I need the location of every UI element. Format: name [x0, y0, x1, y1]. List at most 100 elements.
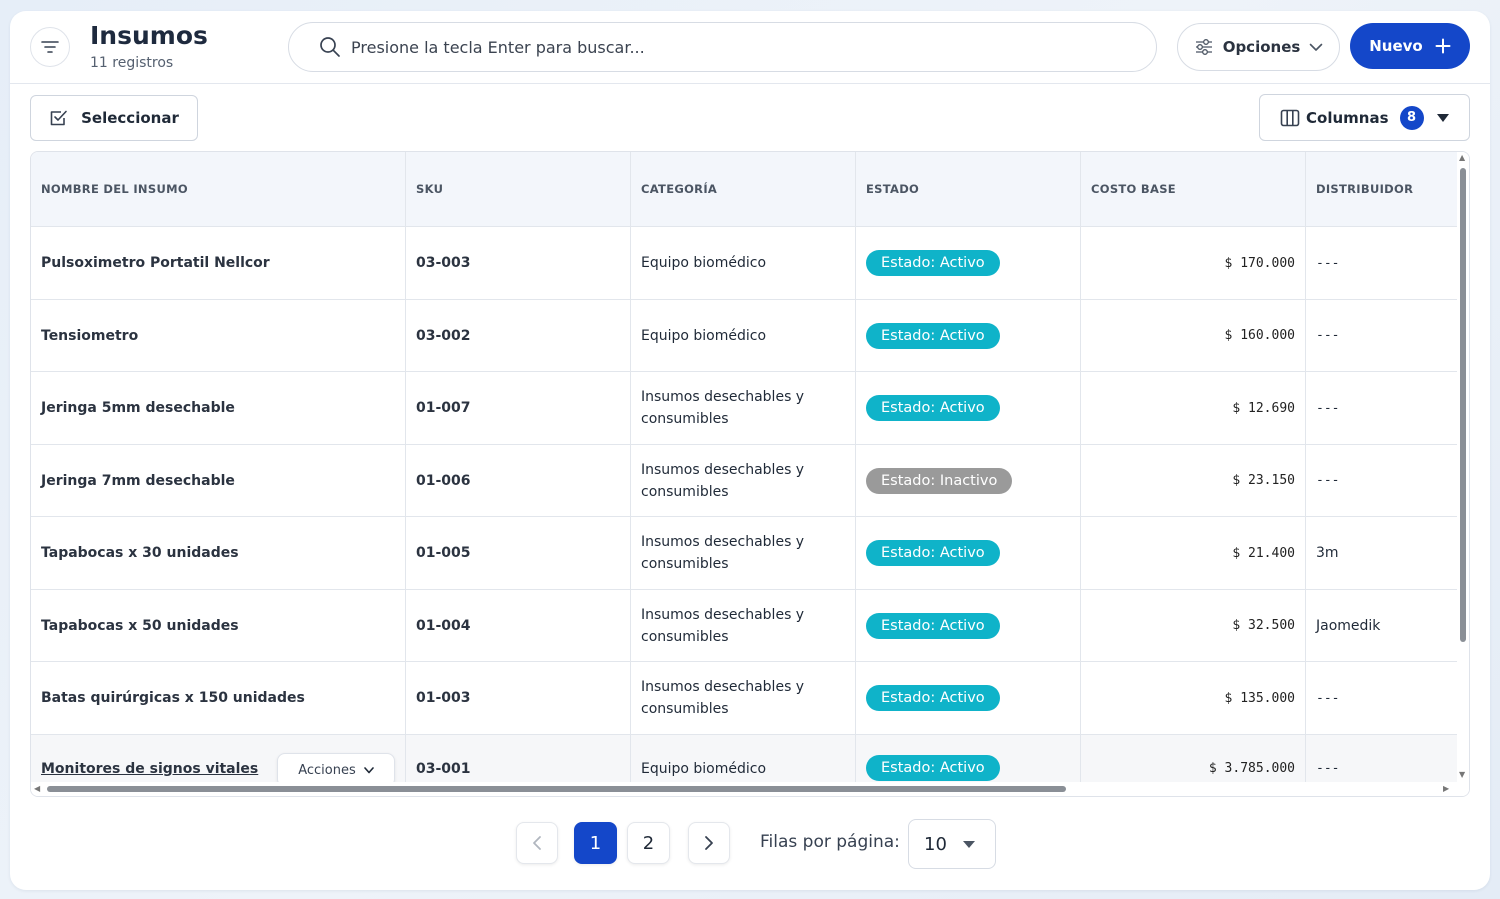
table-row[interactable]: Tapabocas x 50 unidades 01-004 Insumos d… — [31, 590, 1469, 662]
cell-sku: 01-006 — [406, 445, 631, 517]
cell-name: Jeringa 5mm desechable — [31, 372, 406, 445]
cell-status: Estado: Activo — [856, 227, 1081, 300]
status-badge: Estado: Activo — [866, 250, 1000, 276]
horizontal-scrollbar[interactable]: ◀ ▶ — [31, 782, 1469, 796]
cell-status: Estado: Activo — [856, 590, 1081, 662]
column-header-distributor[interactable]: DISTRIBUIDOR — [1306, 152, 1469, 227]
cell-cost: $ 135.000 — [1081, 662, 1306, 735]
cell-category: Insumos desechables y consumibles — [631, 662, 856, 735]
row-name-link[interactable]: Monitores de signos vitales — [41, 761, 258, 777]
cell-status: Estado: Activo — [856, 517, 1081, 590]
table-row[interactable]: Jeringa 7mm desechable 01-006 Insumos de… — [31, 445, 1469, 517]
table-row[interactable]: Pulsoximetro Portatil Nellcor 03-003 Equ… — [31, 227, 1469, 300]
chevron-down-icon — [363, 766, 374, 773]
options-button[interactable]: Opciones — [1177, 23, 1340, 71]
caret-down-icon — [1436, 113, 1449, 122]
columns-icon — [1280, 109, 1300, 126]
table-row[interactable]: Batas quirúrgicas x 150 unidades 01-003 … — [31, 662, 1469, 735]
cell-cost: $ 21.400 — [1081, 517, 1306, 590]
select-label: Seleccionar — [81, 109, 179, 127]
rows-per-page-value: 10 — [924, 833, 947, 855]
page-header: Insumos 11 registros Opciones — [10, 11, 1490, 84]
cell-name: Tapabocas x 30 unidades — [31, 517, 406, 590]
data-table: NOMBRE DEL INSUMO SKU CATEGORÍA ESTADO C… — [30, 151, 1470, 797]
rows-per-page-label: Filas por página: — [760, 832, 900, 852]
status-badge: Estado: Activo — [866, 540, 1000, 566]
cell-sku: 01-005 — [406, 517, 631, 590]
cell-cost: $ 23.150 — [1081, 445, 1306, 517]
filter-icon — [41, 41, 59, 53]
scroll-down-icon[interactable]: ▼ — [1459, 770, 1465, 779]
chevron-left-icon — [533, 836, 541, 850]
cell-sku: 03-003 — [406, 227, 631, 300]
columns-button[interactable]: Columnas 8 — [1259, 94, 1470, 141]
cell-category: Insumos desechables y consumibles — [631, 590, 856, 662]
search-icon — [320, 37, 340, 57]
rows-per-page-select[interactable]: 10 — [908, 819, 996, 869]
cell-sku: 01-004 — [406, 590, 631, 662]
cell-name: Tensiometro — [31, 300, 406, 372]
chevron-right-icon — [705, 836, 713, 850]
search-box[interactable] — [288, 22, 1157, 72]
cell-category: Insumos desechables y consumibles — [631, 445, 856, 517]
column-header-sku[interactable]: SKU — [406, 152, 631, 227]
scroll-left-icon[interactable]: ◀ — [34, 784, 40, 793]
cell-distributor: --- — [1306, 662, 1469, 735]
prev-page-button[interactable] — [516, 822, 558, 864]
column-header-name[interactable]: NOMBRE DEL INSUMO — [31, 152, 406, 227]
select-button[interactable]: Seleccionar — [30, 95, 198, 141]
filter-button[interactable] — [30, 27, 70, 67]
cell-status: Estado: Inactivo — [856, 445, 1081, 517]
cell-name: Tapabocas x 50 unidades — [31, 590, 406, 662]
cell-distributor: --- — [1306, 445, 1469, 517]
status-badge: Estado: Activo — [866, 322, 1000, 349]
cell-category: Equipo biomédico — [631, 300, 856, 372]
page-button-1[interactable]: 1 — [574, 822, 617, 864]
plus-icon — [1435, 38, 1451, 54]
cell-cost: $ 160.000 — [1081, 300, 1306, 372]
cell-distributor: --- — [1306, 372, 1469, 445]
next-page-button[interactable] — [688, 822, 730, 864]
new-label: Nuevo — [1369, 37, 1423, 55]
cell-cost: $ 170.000 — [1081, 227, 1306, 300]
scroll-up-icon[interactable]: ▲ — [1459, 153, 1465, 162]
new-button[interactable]: Nuevo — [1350, 23, 1470, 69]
table-row[interactable]: Tapabocas x 30 unidades 01-005 Insumos d… — [31, 517, 1469, 590]
options-label: Opciones — [1222, 38, 1301, 56]
horizontal-scroll-thumb[interactable] — [47, 786, 1066, 792]
main-card: Insumos 11 registros Opciones — [10, 11, 1490, 890]
cell-sku: 03-002 — [406, 300, 631, 372]
search-input[interactable] — [351, 37, 1131, 57]
table-row[interactable]: Tensiometro 03-002 Equipo biomédico Esta… — [31, 300, 1469, 372]
table-row[interactable]: Jeringa 5mm desechable 01-007 Insumos de… — [31, 372, 1469, 445]
record-count: 11 registros — [90, 55, 174, 71]
column-header-cost[interactable]: COSTO BASE — [1081, 152, 1306, 227]
sliders-icon — [1195, 39, 1212, 55]
page-button-2[interactable]: 2 — [627, 822, 670, 864]
cell-status: Estado: Activo — [856, 372, 1081, 445]
column-header-category[interactable]: CATEGORÍA — [631, 152, 856, 227]
cell-sku: 01-003 — [406, 662, 631, 735]
cell-category: Insumos desechables y consumibles — [631, 517, 856, 590]
cell-sku: 01-007 — [406, 372, 631, 445]
vertical-scroll-thumb[interactable] — [1460, 168, 1466, 642]
vertical-scrollbar[interactable]: ▲ ▼ — [1457, 152, 1469, 796]
column-header-status[interactable]: ESTADO — [856, 152, 1081, 227]
status-badge: Estado: Activo — [866, 612, 1000, 639]
scroll-right-icon[interactable]: ▶ — [1443, 784, 1449, 793]
columns-count-badge: 8 — [1399, 105, 1424, 130]
row-actions-label: Acciones — [298, 762, 356, 778]
chevron-down-icon — [1309, 43, 1323, 51]
cell-distributor: --- — [1306, 300, 1469, 372]
cell-cost: $ 12.690 — [1081, 372, 1306, 445]
page-title: Insumos — [90, 21, 208, 50]
cell-distributor: Jaomedik — [1306, 590, 1469, 662]
cell-category: Insumos desechables y consumibles — [631, 372, 856, 445]
table-header-row: NOMBRE DEL INSUMO SKU CATEGORÍA ESTADO C… — [31, 152, 1469, 227]
cell-cost: $ 32.500 — [1081, 590, 1306, 662]
columns-label: Columnas — [1306, 108, 1389, 127]
status-badge: Estado: Activo — [866, 685, 1000, 711]
cell-status: Estado: Activo — [856, 662, 1081, 735]
status-badge: Estado: Inactivo — [866, 467, 1013, 494]
cell-name: Pulsoximetro Portatil Nellcor — [31, 227, 406, 300]
